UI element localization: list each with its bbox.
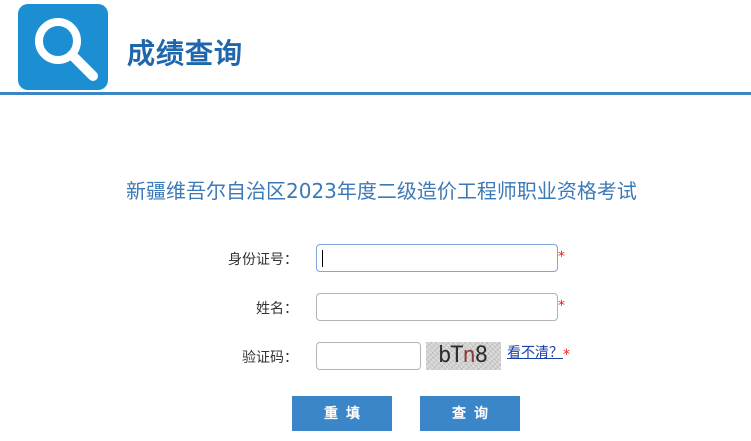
required-marker: * [558, 249, 565, 265]
name-input[interactable] [316, 293, 558, 321]
page-title: 成绩查询 [127, 37, 244, 70]
search-icon [18, 4, 108, 90]
id-number-label: 身份证号： [228, 252, 298, 268]
refresh-captcha-link[interactable]: 看不清？ [507, 344, 563, 362]
reset-button[interactable]: 重填 [292, 396, 392, 431]
required-marker: * [558, 298, 565, 314]
query-button[interactable]: 查询 [420, 396, 520, 431]
required-marker: * [563, 347, 570, 363]
captcha-image[interactable]: bTn8 [426, 342, 501, 370]
id-number-input[interactable] [316, 244, 558, 272]
captcha-text: bTn8 [438, 343, 488, 368]
header: 成绩查询 [0, 0, 751, 95]
exam-title: 新疆维吾尔自治区2023年度二级造价工程师职业资格考试 [126, 179, 637, 203]
page: 成绩查询 新疆维吾尔自治区2023年度二级造价工程师职业资格考试 身份证号： *… [0, 0, 751, 441]
name-label: 姓名： [256, 301, 298, 317]
captcha-input[interactable] [316, 342, 421, 370]
text-caret [322, 250, 323, 267]
captcha-label: 验证码： [242, 350, 298, 366]
